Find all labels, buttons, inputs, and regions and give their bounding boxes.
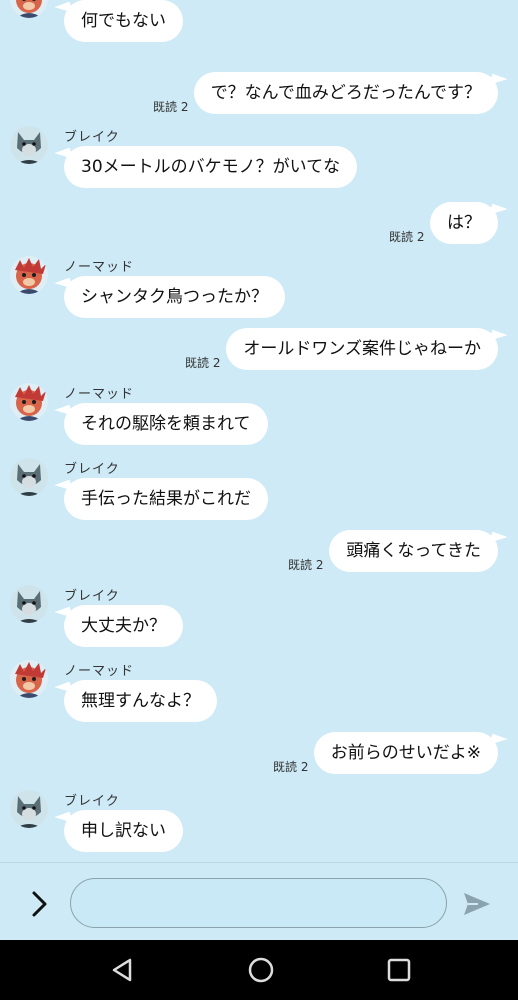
- back-triangle-icon[interactable]: [108, 955, 138, 985]
- message-bubble[interactable]: 何でもない: [64, 0, 183, 42]
- sender-name: ノーマッド: [64, 260, 135, 275]
- avatar[interactable]: [10, 256, 48, 294]
- input-bar: [0, 862, 518, 940]
- read-receipt: 既読 2: [389, 230, 425, 244]
- message-bubble[interactable]: で？なんで血みどろだったんです？: [193, 72, 498, 114]
- avatar[interactable]: [10, 383, 48, 421]
- message-bubble[interactable]: お前らのせいだよ※: [313, 732, 498, 774]
- message-bubble[interactable]: シャンタク鳥つったか？: [64, 276, 285, 318]
- avatar[interactable]: [10, 660, 48, 698]
- read-receipt: 既読 2: [273, 760, 309, 774]
- message-bubble[interactable]: それの駆除を頼まれて: [64, 403, 268, 445]
- message-bubble[interactable]: 無理すんなよ？: [64, 680, 217, 722]
- sender-name: ノーマッド: [64, 387, 135, 402]
- read-receipt: 既読 2: [185, 356, 221, 370]
- avatar[interactable]: [10, 458, 48, 496]
- chevron-right-icon[interactable]: [26, 889, 52, 919]
- sender-name: ブレイク: [64, 462, 120, 477]
- read-receipt: 既読 2: [153, 100, 189, 114]
- message-input[interactable]: [70, 878, 447, 928]
- sender-name: ブレイク: [64, 130, 120, 145]
- message-bubble[interactable]: 30メートルのバケモノ？がいてな: [64, 146, 358, 188]
- system-nav-bar: [0, 940, 518, 1000]
- avatar[interactable]: [10, 790, 48, 828]
- message-bubble[interactable]: は？: [430, 202, 498, 244]
- sender-name: ブレイク: [64, 589, 120, 604]
- message-bubble[interactable]: 大丈夫か？: [64, 605, 183, 647]
- chat-area[interactable]: ノーマッド何でもないで？なんで血みどろだったんです？既読 2ブレイク30メートル…: [0, 0, 518, 862]
- avatar[interactable]: [10, 126, 48, 164]
- recents-square-icon[interactable]: [384, 955, 414, 985]
- send-icon[interactable]: [462, 891, 492, 917]
- message-bubble[interactable]: 頭痛くなってきた: [329, 530, 498, 572]
- avatar[interactable]: [10, 0, 48, 18]
- message-bubble[interactable]: 手伝った結果がこれだ: [64, 478, 268, 520]
- sender-name: ブレイク: [64, 794, 120, 809]
- home-circle-icon[interactable]: [246, 955, 276, 985]
- message-bubble[interactable]: 申し訳ない: [64, 810, 183, 852]
- sender-name: ノーマッド: [64, 664, 135, 679]
- avatar[interactable]: [10, 585, 48, 623]
- message-bubble[interactable]: オールドワンズ案件じゃねーか: [226, 328, 498, 370]
- read-receipt: 既読 2: [288, 558, 324, 572]
